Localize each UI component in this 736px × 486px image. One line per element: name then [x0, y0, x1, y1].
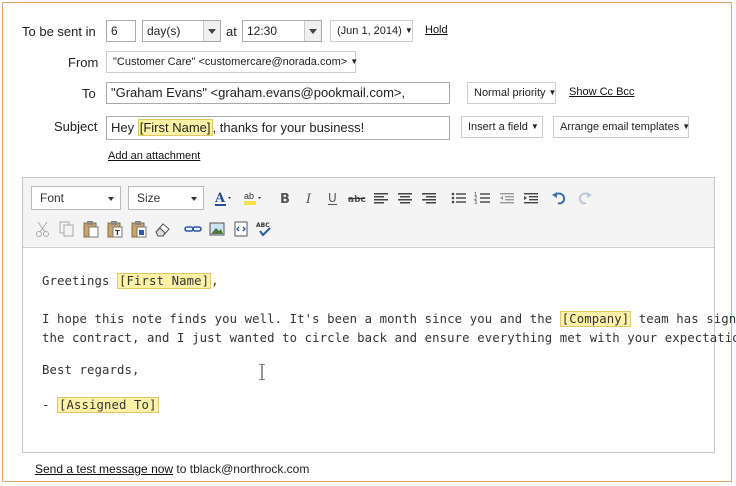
to-label: To	[82, 86, 96, 101]
image-icon[interactable]	[207, 219, 227, 239]
schedule-time-select[interactable]: 12:30	[242, 20, 322, 42]
subject-suffix: , thanks for your business!	[212, 120, 365, 135]
line1-prefix: I hope this note finds you well. It's be…	[42, 312, 560, 326]
align-center-icon[interactable]	[395, 188, 415, 208]
merge-field-assigned-to: [Assigned To]	[57, 397, 159, 413]
redo-icon[interactable]	[575, 188, 595, 208]
svg-text:3: 3	[474, 200, 477, 206]
priority-value: Normal priority	[474, 87, 546, 99]
underline-icon[interactable]: U	[323, 188, 343, 208]
copy-icon[interactable]	[57, 219, 77, 239]
bold-icon[interactable]: B	[275, 188, 295, 208]
line1-suffix: team has signed	[638, 312, 736, 326]
schedule-unit-select[interactable]: day(s)	[142, 20, 221, 42]
merge-field-company: [Company]	[559, 311, 632, 327]
bullet-list-icon[interactable]	[449, 188, 469, 208]
schedule-date-dropdown[interactable]: (Jun 1, 2014) ▼	[330, 20, 413, 42]
add-attachment-link[interactable]: Add an attachment	[108, 150, 200, 162]
insert-field-label: Insert a field	[468, 121, 528, 133]
body-line-2: the contract, and I just wanted to circl…	[42, 331, 736, 345]
caret-down-icon: ▼	[350, 57, 359, 66]
caret-down-icon: ▼	[530, 122, 539, 131]
hold-link[interactable]: Hold	[425, 24, 448, 36]
editor-toolbar: Font Size A ab B I U abc 1 2 3 T ABC	[23, 178, 714, 248]
subject-merge-field: [First Name]	[137, 119, 213, 136]
insert-field-dropdown[interactable]: Insert a field ▼	[461, 116, 543, 138]
from-value: "Customer Care" <customercare@norada.com…	[113, 56, 348, 68]
numbered-list-icon[interactable]: 123	[473, 188, 493, 208]
greeting-line: Greetings [First Name],	[42, 273, 219, 289]
paste-icon[interactable]	[81, 219, 101, 239]
svg-text:U: U	[328, 191, 337, 205]
svg-text:I: I	[305, 192, 312, 207]
chevron-down-icon	[304, 21, 321, 41]
paste-text-icon[interactable]: T	[105, 219, 125, 239]
eraser-icon[interactable]	[153, 219, 173, 239]
text-cursor-icon	[259, 363, 265, 381]
schedule-amount-input[interactable]: 6	[106, 20, 136, 42]
size-select[interactable]: Size	[128, 186, 204, 210]
svg-text:B: B	[280, 192, 290, 207]
caret-down-icon: ▼	[682, 122, 691, 131]
link-icon[interactable]	[183, 219, 203, 239]
svg-text:ab: ab	[244, 191, 254, 201]
schedule-date-value: (Jun 1, 2014)	[337, 25, 402, 37]
caret-down-icon: ▼	[404, 26, 413, 35]
signature-line: - [Assigned To]	[42, 397, 159, 413]
caret-down-icon: ▼	[548, 88, 557, 97]
signature-prefix: -	[42, 398, 58, 412]
svg-text:A: A	[214, 191, 226, 206]
indent-icon[interactable]	[521, 188, 541, 208]
undo-icon[interactable]	[549, 188, 569, 208]
svg-text:T: T	[115, 229, 120, 237]
templates-dropdown[interactable]: Arrange email templates ▼	[553, 116, 691, 138]
greeting-prefix: Greetings	[42, 274, 118, 288]
footer-test-message: Send a test message now to tblack@northr…	[35, 462, 309, 476]
cut-icon[interactable]	[33, 219, 53, 239]
align-left-icon[interactable]	[371, 188, 391, 208]
body-line-1: I hope this note finds you well. It's be…	[42, 311, 736, 327]
chevron-down-icon	[203, 21, 220, 41]
show-cc-bcc-link[interactable]: Show Cc Bcc	[569, 86, 634, 98]
subject-prefix: Hey	[111, 120, 138, 135]
strikethrough-icon[interactable]: abc	[347, 188, 367, 208]
align-right-icon[interactable]	[419, 188, 439, 208]
schedule-unit-value: day(s)	[147, 24, 181, 38]
svg-text:ABC: ABC	[256, 222, 270, 229]
from-label: From	[68, 55, 99, 70]
priority-dropdown[interactable]: Normal priority ▼	[467, 82, 556, 104]
font-color-icon[interactable]: A	[213, 188, 233, 208]
font-select[interactable]: Font	[31, 186, 121, 210]
embed-icon[interactable]	[231, 219, 251, 239]
subject-input[interactable]: Hey [First Name], thanks for your busine…	[106, 116, 450, 140]
schedule-label: To be sent in	[22, 24, 96, 39]
greeting-suffix: ,	[211, 274, 219, 288]
highlight-color-icon[interactable]: ab	[243, 188, 263, 208]
subject-label: Subject	[54, 119, 98, 134]
italic-icon[interactable]: I	[299, 188, 319, 208]
to-input[interactable]: "Graham Evans" <graham.evans@pookmail.co…	[106, 82, 450, 104]
send-test-message-link[interactable]: Send a test message now	[35, 462, 173, 476]
test-recipient: to tblack@northrock.com	[173, 462, 310, 476]
paste-word-icon[interactable]	[129, 219, 149, 239]
templates-label: Arrange email templates	[560, 121, 680, 133]
svg-text:abc: abc	[348, 195, 366, 205]
schedule-time-value: 12:30	[247, 24, 278, 38]
closing-line: Best regards,	[42, 363, 140, 377]
from-select[interactable]: "Customer Care" <customercare@norada.com…	[106, 51, 359, 73]
spellcheck-icon[interactable]: ABC	[255, 219, 275, 239]
message-editor[interactable]: Font Size A ab B I U abc 1 2 3 T ABC Gre…	[22, 177, 736, 453]
at-label: at	[226, 24, 237, 39]
outdent-icon[interactable]	[497, 188, 517, 208]
merge-field-first-name: [First Name]	[117, 273, 212, 289]
